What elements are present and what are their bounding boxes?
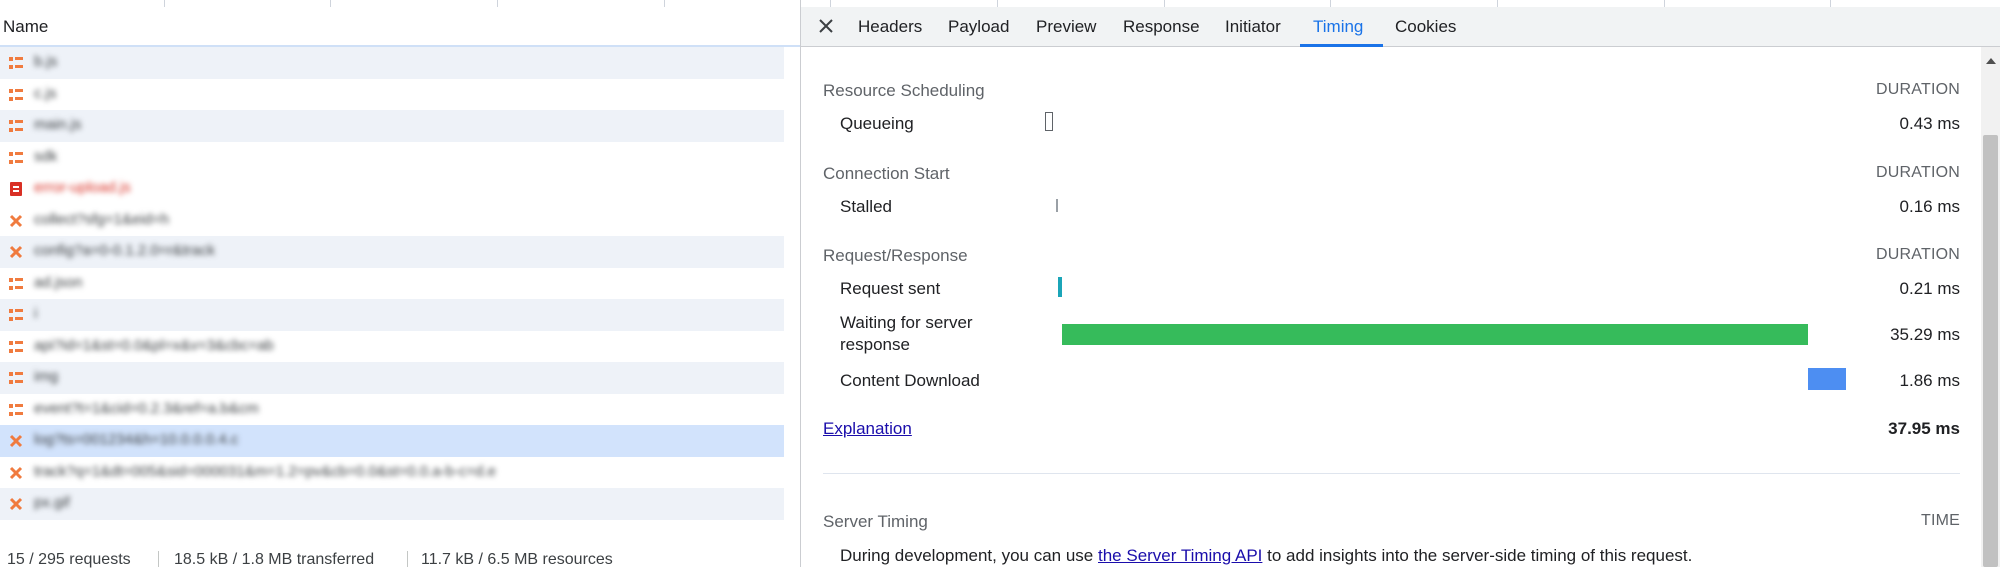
table-row[interactable]: main.js xyxy=(0,110,784,142)
stalled-bar[interactable] xyxy=(1056,199,1058,212)
close-icon[interactable] xyxy=(815,15,837,37)
waiting-value: 35.29 ms xyxy=(1890,325,1960,344)
request-sent-value: 0.21 ms xyxy=(1899,279,1960,298)
table-row[interactable]: config?a=0-0.1.2.0=r&track xyxy=(0,236,784,268)
server-timing-time-header: TIME xyxy=(1920,512,1960,529)
request-name: collect?sfg=1&eid=h xyxy=(34,210,170,228)
request-sent-bar[interactable] xyxy=(1058,277,1062,297)
request-name: sdk xyxy=(34,147,58,165)
name-column-label: Name xyxy=(3,17,49,36)
script-icon xyxy=(9,308,23,322)
request-name: main.js xyxy=(34,116,82,133)
tab-preview[interactable]: Preview xyxy=(1036,17,1096,37)
table-row-selected[interactable]: log?ts=001234&h=10.0.0.0.4.c xyxy=(0,425,784,457)
request-name: b.js xyxy=(34,53,58,70)
section-connection-start: Connection Start xyxy=(823,164,950,183)
content-download-value: 1.86 ms xyxy=(1899,371,1960,390)
request-name: error-upload.js xyxy=(34,179,131,196)
waiting-bar[interactable] xyxy=(1062,324,1808,345)
detail-scrollbar[interactable] xyxy=(1981,47,2000,567)
script-icon xyxy=(9,56,23,70)
request-name: log?ts=001234&h=10.0.0.0.4.c xyxy=(34,431,239,448)
content-download-label: Content Download xyxy=(840,371,980,390)
queueing-bar[interactable] xyxy=(1045,112,1053,131)
content-download-bar[interactable] xyxy=(1808,368,1846,390)
request-count: 15 / 295 requests xyxy=(7,551,131,568)
request-name: event?t=1&cid=0.2.3&ref=a.b&cm xyxy=(34,399,259,417)
table-row[interactable]: sdk xyxy=(0,142,784,174)
script-icon xyxy=(9,88,23,102)
queueing-label: Queueing xyxy=(840,114,914,133)
table-row[interactable]: px.gif xyxy=(0,488,784,520)
timing-content: Resource Scheduling DURATION Queueing 0.… xyxy=(801,47,1981,567)
status-bar: 15 / 295 requests 18.5 kB / 1.8 MB trans… xyxy=(0,548,800,568)
error-file-icon xyxy=(9,182,23,196)
transferred-size: 18.5 kB / 1.8 MB transferred xyxy=(174,551,375,568)
request-list-pane: Name b.js c.js main.js sdk error-upload.js co… xyxy=(0,0,800,568)
fetch-icon xyxy=(9,497,23,511)
table-row[interactable]: track?q=1&dt=005&sid=000031&m=1.2=pv&cb=… xyxy=(0,457,784,489)
tab-initiator[interactable]: Initiator xyxy=(1225,17,1281,37)
scroll-thumb[interactable] xyxy=(1983,135,1998,567)
table-row[interactable]: i xyxy=(0,299,784,331)
tab-payload[interactable]: Payload xyxy=(948,17,1009,37)
duration-header: DURATION xyxy=(1876,164,1960,181)
request-rows: b.js c.js main.js sdk error-upload.js collect… xyxy=(0,47,784,520)
request-name: config?a=0-0.1.2.0=r&track xyxy=(34,242,215,259)
section-request-response: Request/Response xyxy=(823,246,968,265)
tab-cookies[interactable]: Cookies xyxy=(1395,17,1456,37)
script-icon xyxy=(9,371,23,385)
table-row[interactable]: ad.json xyxy=(0,268,784,300)
list-scrollbar[interactable] xyxy=(784,47,800,527)
table-row[interactable]: b.js xyxy=(0,47,784,79)
section-resource-scheduling: Resource Scheduling xyxy=(823,81,985,100)
table-row[interactable]: c.js xyxy=(0,79,784,111)
table-row[interactable]: img xyxy=(0,362,784,394)
duration-header: DURATION xyxy=(1876,81,1960,98)
script-icon xyxy=(9,151,23,165)
server-timing-api-link[interactable]: the Server Timing API xyxy=(1098,546,1262,565)
request-name: img xyxy=(34,368,59,385)
request-name: api?id=1&st=0.0&pl=x&v=3&cbc=ab xyxy=(34,336,274,354)
table-row[interactable]: event?t=1&cid=0.2.3&ref=a.b&cm xyxy=(0,394,784,426)
request-name: i xyxy=(34,305,38,322)
request-detail-pane: Headers Payload Preview Response Initiat… xyxy=(801,0,2000,567)
fetch-icon xyxy=(9,214,23,228)
table-row[interactable]: collect?sfg=1&eid=h xyxy=(0,205,784,237)
total-duration: 37.95 ms xyxy=(1888,419,1960,438)
server-timing-title: Server Timing xyxy=(823,512,928,531)
name-column-header[interactable]: Name xyxy=(0,7,800,47)
stalled-value: 0.16 ms xyxy=(1899,197,1960,216)
request-sent-label: Request sent xyxy=(840,279,941,298)
tab-timing[interactable]: Timing xyxy=(1313,17,1363,37)
request-name: ad.json xyxy=(34,273,83,291)
table-row[interactable]: error-upload.js xyxy=(0,173,784,205)
section-divider xyxy=(823,473,1960,474)
explanation-link[interactable]: Explanation xyxy=(823,419,912,439)
script-icon xyxy=(9,403,23,417)
tab-headers[interactable]: Headers xyxy=(858,17,922,37)
table-row[interactable]: api?id=1&st=0.0&pl=x&v=3&cbc=ab xyxy=(0,331,784,363)
server-timing-note: During development, you can use the Serv… xyxy=(840,546,1693,565)
duration-header: DURATION xyxy=(1876,246,1960,263)
tab-response[interactable]: Response xyxy=(1123,17,1200,37)
waiting-label: Waiting for server response xyxy=(840,313,973,354)
script-icon xyxy=(9,277,23,291)
resources-size: 11.7 kB / 6.5 MB resources xyxy=(421,551,613,568)
scroll-up-icon[interactable] xyxy=(1986,58,1996,64)
queueing-value: 0.43 ms xyxy=(1899,114,1960,133)
request-name: px.gif xyxy=(34,494,70,511)
stalled-label: Stalled xyxy=(840,197,892,216)
fetch-icon xyxy=(9,466,23,480)
script-icon xyxy=(9,119,23,133)
fetch-icon xyxy=(9,434,23,448)
fetch-icon xyxy=(9,245,23,259)
column-ticks xyxy=(0,0,2000,7)
detail-tabbar: Headers Payload Preview Response Initiat… xyxy=(801,7,2000,47)
script-icon xyxy=(9,340,23,354)
request-name: track?q=1&dt=005&sid=000031&m=1.2=pv&cb=… xyxy=(34,462,496,480)
request-name: c.js xyxy=(34,84,57,102)
